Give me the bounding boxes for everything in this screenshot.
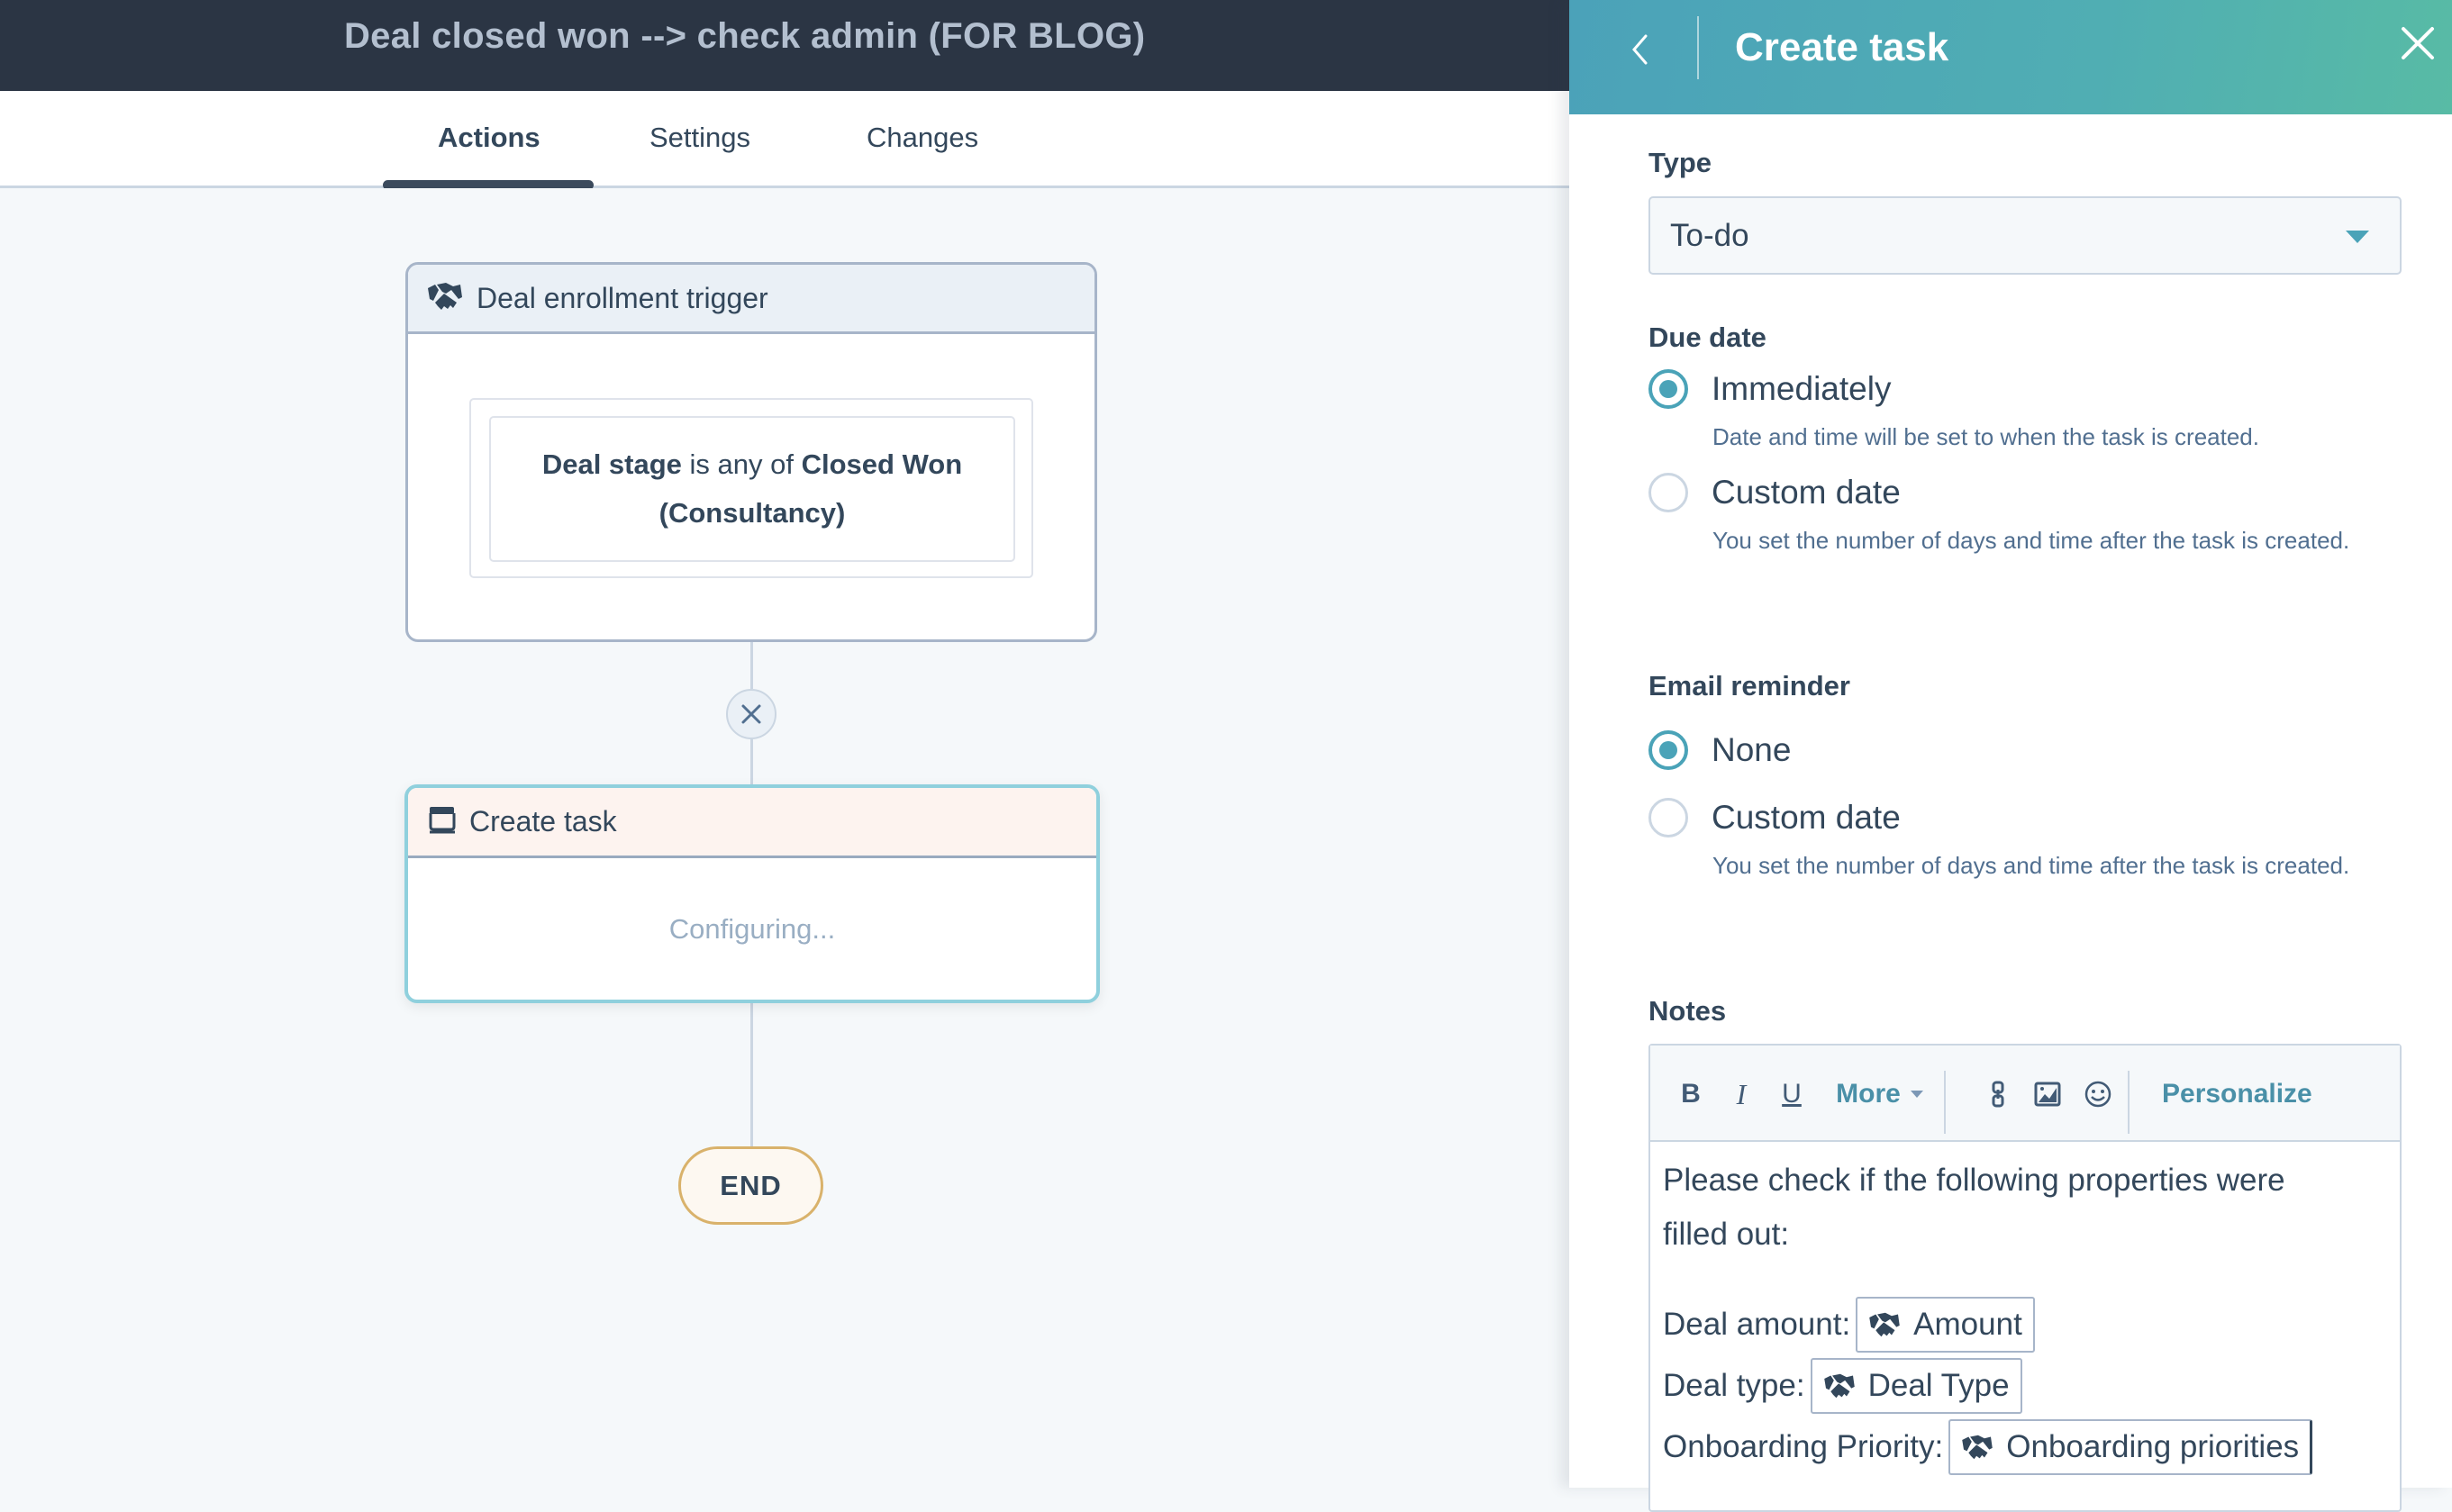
notes-content[interactable]: Please check if the following properties… <box>1663 1154 2393 1478</box>
italic-button[interactable]: I <box>1728 1078 1755 1110</box>
notes-property-row: Deal amount: Amount <box>1663 1294 2393 1355</box>
due-date-immediately-radio[interactable]: Immediately <box>1648 369 1891 409</box>
connector-line <box>750 739 753 784</box>
close-icon <box>741 704 761 724</box>
image-button[interactable] <box>2032 1078 2063 1110</box>
handshake-icon <box>1962 1435 1993 1460</box>
type-label: Type <box>1648 147 1712 178</box>
workflow-header: Deal closed won --> check admin (FOR BLO… <box>0 0 1569 91</box>
personalize-button[interactable]: Personalize <box>2162 1078 2312 1110</box>
radio-checked[interactable] <box>1648 369 1688 409</box>
more-label: More <box>1836 1079 1901 1109</box>
enrollment-trigger-card[interactable]: Deal enrollment trigger Deal stage is an… <box>405 262 1097 642</box>
chevron-left-icon <box>1632 34 1648 65</box>
tab-bar: Actions Settings Changes <box>0 91 1569 190</box>
due-date-label: Due date <box>1648 321 1766 353</box>
connector-line <box>750 642 753 689</box>
handshake-icon <box>1869 1312 1900 1337</box>
editor-toolbar: B I U More Personalize <box>1650 1046 2400 1142</box>
create-task-action-card[interactable]: Create task Configuring... <box>404 784 1100 1003</box>
notes-property-row: Onboarding Priority: Onboarding prioriti… <box>1663 1417 2393 1478</box>
panel-title: Create task <box>1735 25 1949 69</box>
close-icon <box>2402 27 2434 59</box>
link-icon <box>1992 1081 2004 1108</box>
header-divider <box>1697 16 1699 79</box>
notes-intro: Please check if the following properties… <box>1663 1163 2285 1252</box>
more-dropdown[interactable]: More <box>1830 1078 1930 1110</box>
emoji-icon <box>2084 1081 2111 1108</box>
underline-button[interactable]: U <box>1778 1078 1805 1110</box>
help-text: You set the number of days and time afte… <box>1712 527 2350 554</box>
delete-action-button[interactable] <box>726 689 776 739</box>
filter-group: Deal stage is any of Closed Won (Consult… <box>469 398 1033 578</box>
caret-down-icon <box>1910 1091 1923 1098</box>
type-select-value: To-do <box>1670 218 1749 253</box>
radio-label: None <box>1712 731 1792 768</box>
email-reminder-custom-radio[interactable]: Custom date <box>1648 798 1901 837</box>
notes-label: Notes <box>1648 995 1727 1027</box>
personalization-token[interactable]: Onboarding priorities <box>1948 1419 2313 1475</box>
token-label: Deal Type <box>1867 1368 2010 1403</box>
task-card-status: Configuring... <box>668 913 836 945</box>
radio-unchecked[interactable] <box>1648 473 1688 512</box>
task-card-header: Create task <box>408 788 1096 858</box>
email-reminder-label: Email reminder <box>1648 670 1850 702</box>
link-button[interactable] <box>1985 1078 2011 1110</box>
filter-condition[interactable]: Deal stage is any of Closed Won (Consult… <box>489 416 1015 562</box>
tab-actions[interactable]: Actions <box>438 122 540 154</box>
personalize-label: Personalize <box>2162 1079 2312 1109</box>
radio-checked[interactable] <box>1648 730 1688 770</box>
workflow-title[interactable]: Deal closed won --> check admin (FOR BLO… <box>344 16 1145 57</box>
panel-header: Create task <box>1569 0 2452 114</box>
help-text: Date and time will be set to when the ta… <box>1712 423 2259 450</box>
task-card-title: Create task <box>469 805 617 837</box>
tab-settings[interactable]: Settings <box>649 122 750 154</box>
handshake-icon <box>1823 1373 1855 1399</box>
trigger-card-header: Deal enrollment trigger <box>408 265 1094 334</box>
notes-property-row: Deal type: Deal Type <box>1663 1355 2393 1417</box>
end-node: END <box>678 1146 823 1225</box>
trigger-card-title: Deal enrollment trigger <box>477 281 768 314</box>
bold-button[interactable]: B <box>1677 1078 1704 1110</box>
radio-label: Custom date <box>1712 474 1901 511</box>
radio-unchecked[interactable] <box>1648 798 1688 837</box>
image-icon <box>2034 1082 2061 1107</box>
tab-changes[interactable]: Changes <box>867 122 978 154</box>
type-select[interactable]: To-do <box>1648 196 2402 275</box>
create-task-panel: Create task Type To-do Due date Immediat… <box>1569 0 2452 1512</box>
close-panel-button[interactable] <box>2400 25 2439 65</box>
token-label: Onboarding priorities <box>2006 1429 2300 1464</box>
property-row-label: Deal type: <box>1663 1368 1805 1403</box>
filter-property: Deal stage <box>541 448 682 480</box>
task-icon <box>428 805 457 838</box>
toolbar-divider <box>1944 1071 1946 1134</box>
notes-editor[interactable]: B I U More Personalize Please check if t… <box>1648 1044 2402 1512</box>
back-button[interactable] <box>1620 27 1659 72</box>
handshake-icon <box>426 281 464 316</box>
emoji-button[interactable] <box>2083 1078 2113 1110</box>
radio-label: Custom date <box>1712 799 1901 836</box>
token-label: Amount <box>1913 1307 2022 1342</box>
personalization-token[interactable]: Amount <box>1856 1297 2035 1353</box>
toolbar-divider <box>2128 1071 2130 1134</box>
property-row-label: Deal amount: <box>1663 1307 1851 1342</box>
caret-down-icon <box>2346 231 2369 243</box>
radio-label: Immediately <box>1712 370 1892 407</box>
help-text: You set the number of days and time afte… <box>1712 852 2350 879</box>
filter-operator: is any of <box>689 448 794 480</box>
personalization-token[interactable]: Deal Type <box>1810 1358 2022 1414</box>
connector-line <box>750 1003 753 1146</box>
property-row-label: Onboarding Priority: <box>1663 1429 1944 1464</box>
due-date-custom-radio[interactable]: Custom date <box>1648 473 1901 512</box>
email-reminder-none-radio[interactable]: None <box>1648 730 1791 770</box>
